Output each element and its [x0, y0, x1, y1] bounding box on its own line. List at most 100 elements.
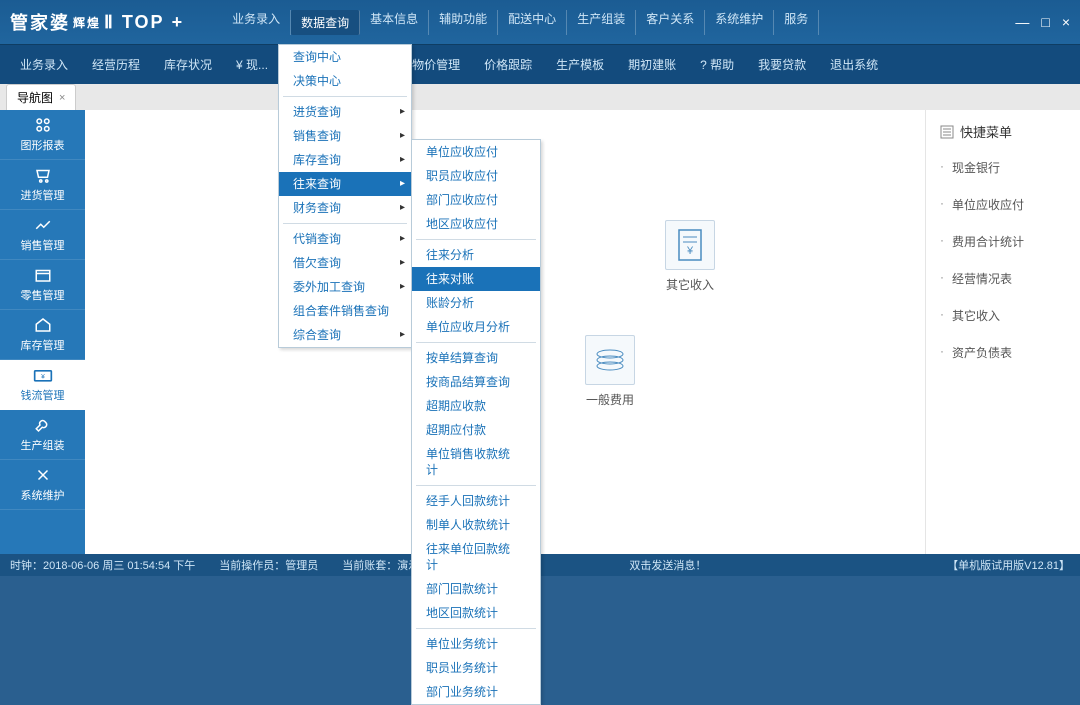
- menu-item[interactable]: 借欠查询: [279, 251, 411, 275]
- submenu-transactions-query: 单位应收应付职员应收应付部门应收应付地区应收应付往来分析往来对账账龄分析单位应收…: [411, 139, 541, 705]
- status-operator: 当前操作员：管理员: [219, 557, 318, 573]
- title-bar: 管家婆 辉煌 Ⅱ TOP + 业务录入数据查询基本信息辅助功能配送中心生产组装客…: [0, 0, 1080, 44]
- sidebar-item-label: 图形报表: [21, 137, 65, 153]
- menu-item[interactable]: 进货查询: [279, 100, 411, 124]
- submenu-item[interactable]: 往来单位回款统计: [412, 537, 540, 577]
- sidebar: 图形报表进货管理销售管理零售管理库存管理 ¥ 钱流管理生产组装系统维护: [0, 110, 85, 554]
- submenu-item[interactable]: 往来对账: [412, 267, 540, 291]
- menu-item[interactable]: 销售查询: [279, 124, 411, 148]
- sidebar-item[interactable]: ¥ 钱流管理: [0, 360, 85, 410]
- submenu-item[interactable]: 经手人回款统计: [412, 489, 540, 513]
- sidebar-item[interactable]: 进货管理: [0, 160, 85, 210]
- submenu-item[interactable]: 往来分析: [412, 243, 540, 267]
- sidebar-item-label: 销售管理: [21, 237, 65, 253]
- toolbar-item[interactable]: ? 帮助: [688, 56, 746, 73]
- card-icon: [585, 335, 635, 385]
- menu-item[interactable]: 委外加工查询: [279, 275, 411, 299]
- sidebar-item[interactable]: 零售管理: [0, 260, 85, 310]
- sidebar-item-label: 库存管理: [21, 337, 65, 353]
- main-menu-item[interactable]: 辅助功能: [429, 10, 498, 35]
- window-controls: — □ ×: [1015, 14, 1070, 30]
- menu-item[interactable]: 往来查询: [279, 172, 411, 196]
- quick-item[interactable]: 费用合计统计: [940, 223, 1066, 260]
- canvas-card[interactable]: 一般费用: [570, 335, 650, 408]
- toolbar-item[interactable]: 生产模板: [544, 56, 616, 73]
- submenu-item[interactable]: 地区回款统计: [412, 601, 540, 625]
- submenu-item[interactable]: 单位业务统计: [412, 632, 540, 656]
- tab-strip: 导航图 ×: [0, 84, 1080, 110]
- sidebar-item-label: 系统维护: [21, 487, 65, 503]
- toolbar-item[interactable]: 经营历程: [80, 56, 152, 73]
- quick-panel: 快捷菜单 现金银行单位应收应付费用合计统计经营情况表其它收入资产负债表: [925, 110, 1080, 554]
- submenu-item[interactable]: 职员业务统计: [412, 656, 540, 680]
- submenu-item[interactable]: 按商品结算查询: [412, 370, 540, 394]
- sidebar-item[interactable]: 库存管理: [0, 310, 85, 360]
- sidebar-item[interactable]: 生产组装: [0, 410, 85, 460]
- toolbar-item[interactable]: 价格跟踪: [472, 56, 544, 73]
- submenu-item[interactable]: 部门业务统计: [412, 680, 540, 704]
- svg-text:¥: ¥: [41, 373, 45, 380]
- main-menu-item[interactable]: 客户关系: [636, 10, 705, 35]
- submenu-item[interactable]: 地区应收应付: [412, 212, 540, 236]
- main-menu-item[interactable]: 生产组装: [567, 10, 636, 35]
- toolbar: 业务录入经营历程库存状况¥ 现...销售统计物价管理价格跟踪生产模板期初建账? …: [0, 44, 1080, 84]
- tab-close-icon[interactable]: ×: [59, 92, 65, 104]
- sidebar-item-label: 钱流管理: [21, 387, 65, 403]
- toolbar-item[interactable]: 退出系统: [818, 56, 890, 73]
- minimize-icon[interactable]: —: [1015, 14, 1029, 30]
- main-menu-item[interactable]: 数据查询: [291, 10, 360, 35]
- submenu-item[interactable]: 单位应收月分析: [412, 315, 540, 339]
- menu-item[interactable]: 财务查询: [279, 196, 411, 220]
- submenu-item[interactable]: 部门应收应付: [412, 188, 540, 212]
- menu-item[interactable]: 查询中心: [279, 45, 411, 69]
- main-menu-item[interactable]: 配送中心: [498, 10, 567, 35]
- submenu-item[interactable]: 超期应付款: [412, 418, 540, 442]
- main-menu-item[interactable]: 系统维护: [705, 10, 774, 35]
- toolbar-item[interactable]: 业务录入: [8, 56, 80, 73]
- app-logo: 管家婆 辉煌 Ⅱ TOP +: [10, 9, 184, 35]
- sidebar-item-label: 生产组装: [21, 437, 65, 453]
- main-menu-item[interactable]: 业务录入: [222, 10, 291, 35]
- submenu-item[interactable]: 部门回款统计: [412, 577, 540, 601]
- toolbar-item[interactable]: 库存状况: [152, 56, 224, 73]
- card-label: 一般费用: [570, 391, 650, 408]
- menu-item[interactable]: 综合查询: [279, 323, 411, 347]
- main-menu-item[interactable]: 基本信息: [360, 10, 429, 35]
- quick-item[interactable]: 资产负债表: [940, 334, 1066, 371]
- toolbar-item[interactable]: 我要贷款: [746, 56, 818, 73]
- submenu-item[interactable]: 制单人收款统计: [412, 513, 540, 537]
- submenu-item[interactable]: 单位销售收款统计: [412, 442, 540, 482]
- menu-item[interactable]: 组合套件销售查询: [279, 299, 411, 323]
- quick-item[interactable]: 单位应收应付: [940, 186, 1066, 223]
- sidebar-item[interactable]: 系统维护: [0, 460, 85, 510]
- maximize-icon[interactable]: □: [1041, 14, 1049, 30]
- menu-data-query: 查询中心决策中心进货查询销售查询库存查询往来查询财务查询代销查询借欠查询委外加工…: [278, 44, 412, 348]
- toolbar-item[interactable]: ¥ 现...: [224, 56, 280, 73]
- main-menu-item[interactable]: 服务: [774, 10, 819, 35]
- main-menu: 业务录入数据查询基本信息辅助功能配送中心生产组装客户关系系统维护服务: [222, 10, 819, 35]
- submenu-item[interactable]: 超期应收款: [412, 394, 540, 418]
- card-icon: ¥: [665, 220, 715, 270]
- sidebar-item[interactable]: 图形报表: [0, 110, 85, 160]
- submenu-item[interactable]: 职员应收应付: [412, 164, 540, 188]
- card-label: 其它收入: [650, 276, 730, 293]
- sidebar-item-label: 零售管理: [21, 287, 65, 303]
- svg-text:¥: ¥: [686, 245, 694, 257]
- sidebar-item[interactable]: 销售管理: [0, 210, 85, 260]
- menu-item[interactable]: 库存查询: [279, 148, 411, 172]
- submenu-item[interactable]: 按单结算查询: [412, 346, 540, 370]
- quick-item[interactable]: 经营情况表: [940, 260, 1066, 297]
- canvas-card[interactable]: ¥ 其它收入: [650, 220, 730, 293]
- submenu-item[interactable]: 单位应收应付: [412, 140, 540, 164]
- sidebar-item-label: 进货管理: [21, 187, 65, 203]
- status-message[interactable]: 双击发送消息！: [629, 557, 706, 573]
- menu-item[interactable]: 决策中心: [279, 69, 411, 93]
- menu-item[interactable]: 代销查询: [279, 227, 411, 251]
- submenu-item[interactable]: 账龄分析: [412, 291, 540, 315]
- quick-item[interactable]: 其它收入: [940, 297, 1066, 334]
- tab-nav-map[interactable]: 导航图 ×: [6, 84, 76, 110]
- toolbar-item[interactable]: 期初建账: [616, 56, 688, 73]
- quick-panel-title: 快捷菜单: [940, 122, 1066, 149]
- quick-item[interactable]: 现金银行: [940, 149, 1066, 186]
- close-icon[interactable]: ×: [1062, 14, 1070, 30]
